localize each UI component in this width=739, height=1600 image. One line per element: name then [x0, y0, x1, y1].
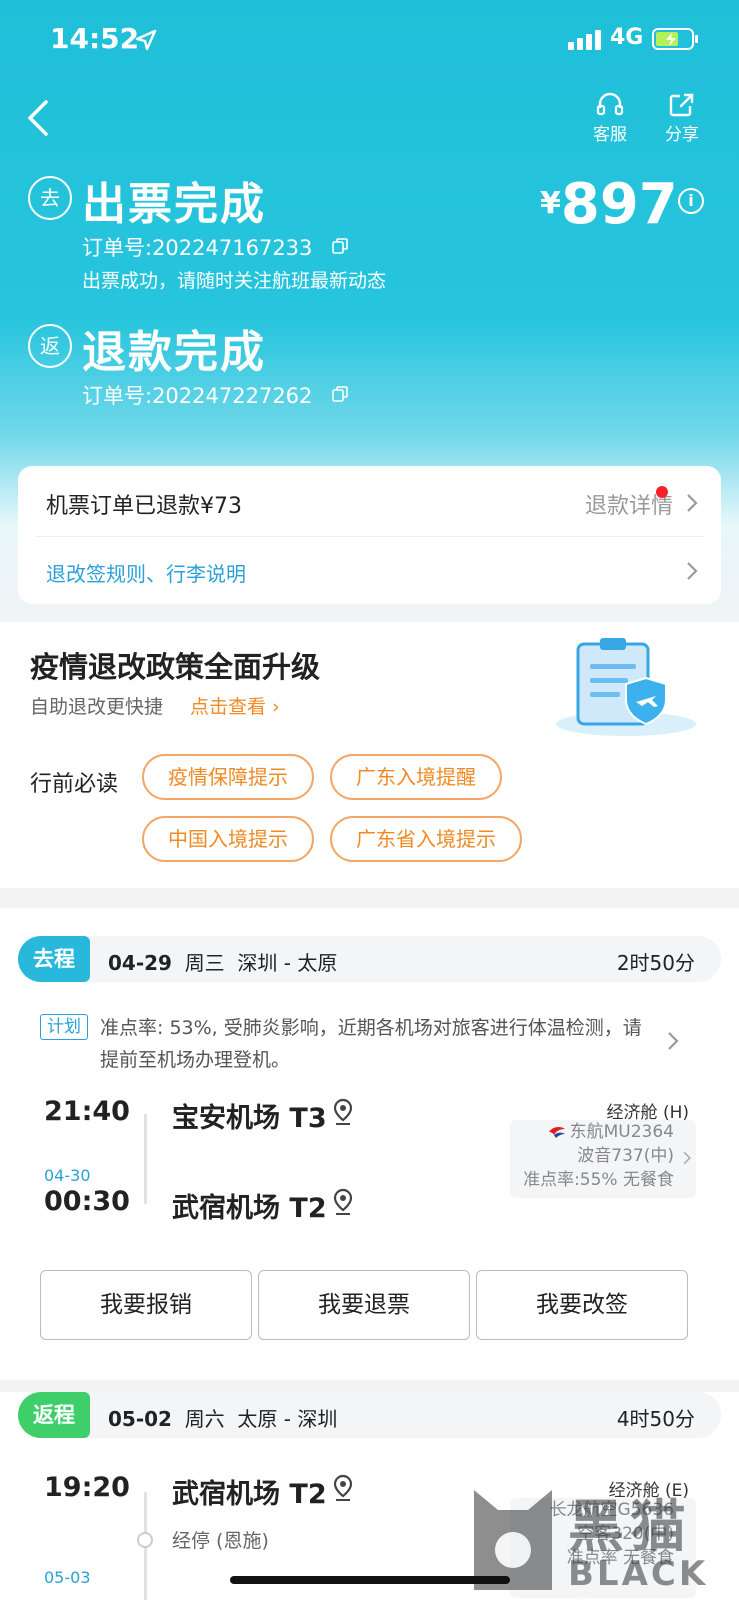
signal-icon — [568, 30, 601, 50]
trip-badge: 去程 — [18, 936, 90, 982]
return-order-number: 订单号:202247227262 — [82, 384, 313, 408]
outbound-title: 出票完成 — [82, 179, 266, 230]
price-value: 897 — [560, 172, 678, 237]
trip-badge: 返程 — [18, 1392, 90, 1438]
outbound-order-number: 订单号:202247167233 — [82, 236, 313, 260]
divider — [36, 536, 703, 537]
stopover-text: 经停 (恩施) — [172, 1530, 269, 1552]
trip-weekday: 周三 — [184, 951, 225, 975]
refund-ticket-button[interactable]: 我要退票 — [258, 1270, 470, 1340]
plan-tag: 计划 — [40, 1014, 88, 1040]
must-read-label: 行前必读 — [30, 772, 119, 797]
reimburse-button[interactable]: 我要报销 — [40, 1270, 252, 1340]
trip-date-route: 05-02 周六 太原 - 深圳 — [108, 1403, 337, 1432]
copy-icon[interactable] — [332, 238, 348, 254]
departure-airport: 武宿机场 T2 — [172, 1479, 327, 1510]
flight-info-box[interactable]: 东航MU2364 波音737(中) 准点率:55% 无餐食 — [510, 1120, 696, 1198]
battery-icon — [652, 28, 698, 50]
aircraft-type: 波音737(中) — [577, 1146, 674, 1166]
departure-time: 19:20 — [44, 1472, 130, 1503]
tag-china-entry-notice[interactable]: 中国入境提示 — [142, 816, 314, 862]
trip-duration: 2时50分 — [616, 951, 695, 975]
share-label: 分享 — [665, 125, 699, 145]
trip-date: 04-29 — [108, 951, 172, 975]
refund-amount-text: 机票订单已退款¥73 — [46, 494, 242, 519]
copy-icon[interactable] — [332, 386, 348, 402]
airline-flight-text: 东航MU2364 — [569, 1122, 674, 1142]
arrival-time: 00:30 — [44, 1186, 130, 1217]
trip-date: 05-02 — [108, 1407, 172, 1431]
departure-time: 21:40 — [44, 1096, 130, 1127]
policy-view-link[interactable]: 点击查看 › — [190, 692, 280, 719]
notification-dot — [656, 486, 668, 498]
price-info-icon[interactable]: i — [678, 188, 704, 214]
tag-guangdong-province-entry[interactable]: 广东省入境提示 — [330, 816, 522, 862]
epidemic-policy-card: 疫情退改政策全面升级 自助退改更快捷 点击查看 › 行前必读 疫情保障提示 广东… — [0, 622, 739, 888]
rules-baggage-link[interactable]: 退改签规则、行李说明 — [46, 558, 246, 587]
share-icon — [669, 93, 694, 117]
trip-route: 太原 - 深圳 — [237, 1407, 338, 1431]
arrival-date: 05-03 — [44, 1568, 91, 1587]
location-arrow-icon — [135, 29, 157, 51]
chevron-right-icon — [683, 1151, 691, 1165]
customer-service-button[interactable]: 客服 — [580, 92, 640, 145]
home-indicator[interactable] — [230, 1576, 510, 1584]
stopover-dot — [137, 1532, 153, 1548]
location-pin-icon[interactable] — [332, 1098, 354, 1126]
trip-header: 返程 05-02 周六 太原 - 深圳 4时50分 — [18, 1392, 721, 1438]
trip-duration: 4时50分 — [616, 1407, 695, 1431]
outbound-badge: 去 — [28, 176, 72, 220]
flight-order-page: 14:52 4G 客服 分享 去 出票完成 订单号:202247167233 出… — [0, 0, 739, 1600]
arrival-date: 04-30 — [44, 1166, 91, 1185]
chevron-right-icon[interactable] — [685, 560, 699, 582]
change-ticket-button[interactable]: 我要改签 — [476, 1270, 688, 1340]
departure-airport: 宝安机场 T3 — [172, 1103, 327, 1134]
arrival-airport: 武宿机场 T2 — [172, 1193, 327, 1224]
trip-weekday: 周六 — [184, 1407, 225, 1431]
outbound-trip-card: 去程 04-29 周三 深圳 - 太原 2时50分 计划 准点率: 53%, 受… — [0, 908, 739, 1380]
trip-date-route: 04-29 周三 深圳 - 太原 — [108, 947, 337, 976]
customer-service-label: 客服 — [593, 125, 627, 145]
airline-flight: 东航MU2364 — [510, 1120, 674, 1144]
trip-header: 去程 04-29 周三 深圳 - 太原 2时50分 — [18, 936, 721, 982]
tag-guangdong-entry-reminder[interactable]: 广东入境提醒 — [330, 754, 502, 800]
status-bar: 14:52 4G — [0, 0, 739, 80]
tag-epidemic-protection[interactable]: 疫情保障提示 — [142, 754, 314, 800]
watermark-text-en: BLACK CAT — [568, 1554, 709, 1600]
watermark-text-cn: 黑猫 — [568, 1495, 692, 1560]
network-type: 4G — [610, 25, 644, 50]
punctuality-meal: 准点率:55% 无餐食 — [523, 1170, 674, 1190]
chevron-right-icon[interactable] — [666, 1030, 680, 1052]
policy-document-shield-icon — [556, 638, 696, 736]
airline-logo-icon — [548, 1127, 565, 1138]
refund-card: 机票订单已退款¥73 退款详情 退改签规则、行李说明 — [18, 466, 721, 604]
back-icon[interactable] — [22, 96, 58, 140]
timeline-line — [144, 1114, 147, 1204]
price-symbol: ¥ — [540, 186, 561, 221]
outbound-message: 出票成功，请随时关注航班最新动态 — [82, 270, 387, 292]
trip-route: 深圳 - 太原 — [237, 951, 338, 975]
policy-subtitle: 自助退改更快捷 — [30, 696, 164, 718]
location-pin-icon[interactable] — [332, 1188, 354, 1216]
chevron-right-icon[interactable] — [685, 492, 699, 514]
total-price: ¥897 — [540, 172, 678, 237]
policy-title: 疫情退改政策全面升级 — [30, 650, 321, 684]
headset-icon — [596, 92, 624, 116]
return-badge: 返 — [28, 324, 72, 368]
status-time: 14:52 — [50, 22, 140, 55]
share-button[interactable]: 分享 — [652, 92, 712, 145]
flight-notice[interactable]: 准点率: 53%, 受肺炎影响，近期各机场对旅客进行体温检测，请提前至机场办理登… — [100, 1012, 660, 1076]
return-title: 退款完成 — [82, 327, 266, 378]
location-pin-icon[interactable] — [332, 1474, 354, 1502]
